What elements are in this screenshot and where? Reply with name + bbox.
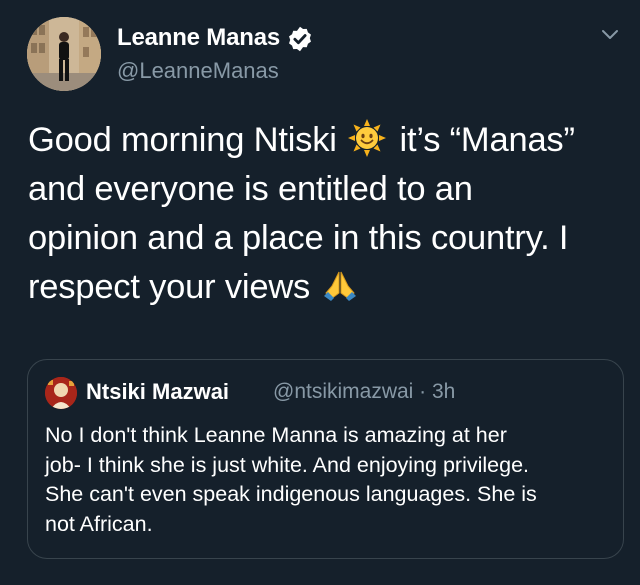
tweet-text-segment: respect your views <box>28 268 320 306</box>
verified-badge-icon <box>289 26 311 52</box>
tweet-card: Leanne Manas @LeanneManas Good morning N… <box>0 0 640 585</box>
author-handle[interactable]: @LeanneManas <box>117 58 279 84</box>
author-avatar[interactable] <box>27 17 101 91</box>
quoted-tweet[interactable]: Ntsiki Mazwai @ntsikimazwai · 3h No I do… <box>27 359 624 559</box>
author-name[interactable]: Leanne Manas <box>117 24 280 52</box>
tweet-text: Good morning Ntiski it’s “Manas” and eve… <box>28 116 628 312</box>
quoted-text-line: She can't even speak indigenous language… <box>45 482 537 506</box>
tweet-text-segment: it’s “Manas” <box>390 121 575 159</box>
chevron-down-icon[interactable] <box>598 24 622 44</box>
tweet-text-line: Good morning Ntiski it’s “Manas” <box>28 116 628 165</box>
quoted-text-line: job- I think she is just white. And enjo… <box>45 452 530 477</box>
folded-hands-emoji <box>321 266 359 304</box>
quoted-text-line: No I don't think Leanne Manna is amazing… <box>45 423 507 447</box>
tweet-text-line: opinion and a place in this country. I <box>28 219 569 257</box>
tweet-text-line: respect your views <box>28 263 628 312</box>
quoted-author-avatar[interactable] <box>45 377 77 409</box>
sun-face-emoji <box>348 119 387 157</box>
tweet-text-line: and everyone is entitled to an <box>28 170 473 208</box>
quoted-author-meta[interactable]: @ntsikimazwai · 3h <box>273 380 455 404</box>
tweet-text-segment: Good morning Ntiski <box>28 121 347 159</box>
quoted-tweet-text: No I don't think Leanne Manna is amazing… <box>45 421 610 539</box>
quoted-text-line: not African. <box>45 511 153 536</box>
quoted-author-name[interactable]: Ntsiki Mazwai <box>86 379 229 405</box>
